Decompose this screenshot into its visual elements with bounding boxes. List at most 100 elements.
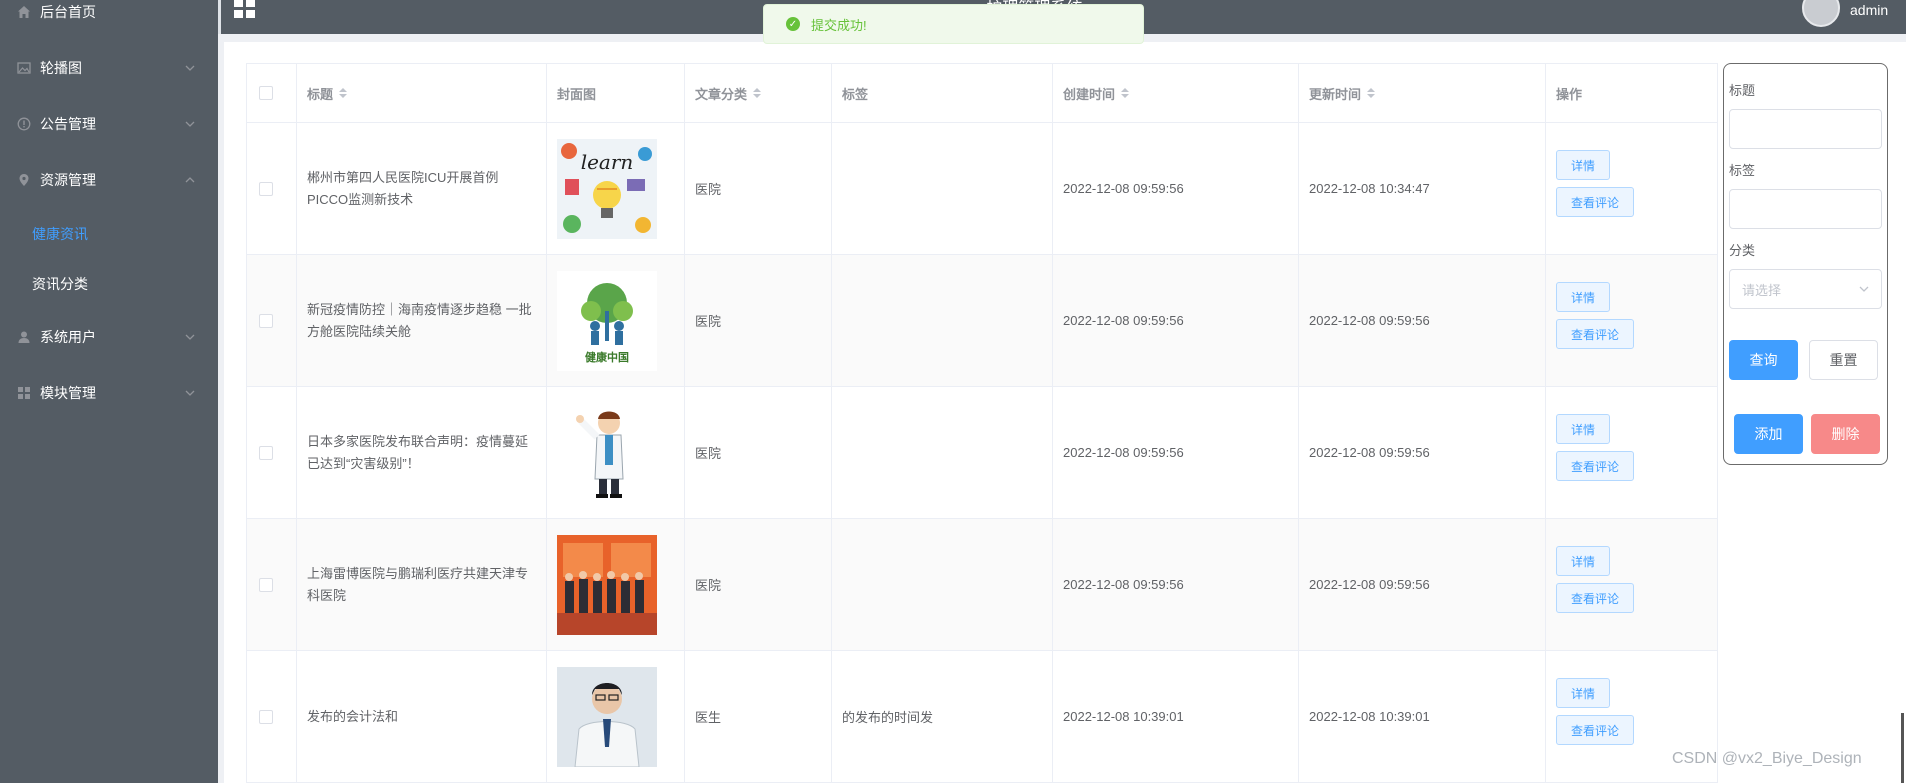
detail-button[interactable]: 详情 (1556, 150, 1611, 180)
updated-cell: 2022-12-08 09:59:56 (1299, 255, 1546, 386)
news-table: 标题 封面图 文章分类 标签 创建时间 更新时间 操作 郴州市第四人民医院ICU… (246, 63, 1718, 783)
add-button[interactable]: 添加 (1734, 414, 1803, 454)
cover-image-health-china: 健康中国 (557, 270, 657, 371)
actions-cell: 详情 查看评论 (1546, 255, 1717, 386)
view-comments-button[interactable]: 查看评论 (1556, 715, 1635, 745)
detail-button[interactable]: 详情 (1556, 282, 1611, 312)
created-cell: 2022-12-08 09:59:56 (1053, 387, 1299, 518)
row-checkbox[interactable] (259, 577, 273, 592)
row-checkbox[interactable] (259, 181, 273, 196)
content-left-border (218, 34, 224, 783)
header-tags: 标签 (832, 64, 1053, 122)
table-row: 郴州市第四人民医院ICU开展首例PICCO监测新技术 learn 医院 2022… (247, 123, 1717, 255)
tag-filter-input[interactable] (1729, 189, 1882, 229)
sidebar-item-label: 后台首页 (40, 4, 96, 20)
cover-cell: 健康中国 (547, 255, 685, 386)
detail-button[interactable]: 详情 (1556, 546, 1611, 576)
view-comments-button[interactable]: 查看评论 (1556, 451, 1635, 481)
category-select[interactable]: 请选择 (1729, 269, 1882, 309)
sort-icon[interactable] (1121, 88, 1130, 98)
row-checkbox[interactable] (259, 445, 273, 460)
view-comments-button[interactable]: 查看评论 (1556, 583, 1635, 613)
svg-text:learn: learn (581, 150, 634, 174)
sort-icon[interactable] (339, 88, 348, 98)
sidebar-item-carousel[interactable]: 轮播图 (0, 46, 218, 90)
select-all-checkbox[interactable] (259, 86, 273, 100)
sidebar-item-label: 轮播图 (40, 60, 82, 76)
delete-button[interactable]: 删除 (1811, 414, 1880, 454)
sidebar-subitem-health-news[interactable]: 健康资讯 (0, 212, 218, 256)
header-updated[interactable]: 更新时间 (1299, 64, 1546, 122)
sidebar-item-notice[interactable]: 公告管理 (0, 102, 218, 146)
sort-icon[interactable] (753, 88, 762, 98)
category-cell: 医院 (685, 255, 832, 386)
header-select-all (247, 64, 297, 122)
query-button[interactable]: 查询 (1729, 340, 1798, 380)
tags-cell (832, 387, 1053, 518)
category-cell: 医院 (685, 387, 832, 518)
row-created: 2022-12-08 09:59:56 (1063, 181, 1184, 196)
sort-icon[interactable] (1367, 88, 1376, 98)
row-tags: 的发布的时间发 (842, 710, 934, 725)
sidebar-item-label: 公告管理 (40, 116, 96, 132)
header-cover: 封面图 (547, 64, 685, 122)
view-comments-button[interactable]: 查看评论 (1556, 319, 1635, 349)
title-cell: 新冠疫情防控｜海南疫情逐步趋稳 一批方舱医院陆续关舱 (297, 255, 547, 386)
reset-button[interactable]: 重置 (1809, 340, 1878, 380)
header-cover-label: 封面图 (557, 86, 597, 102)
actions-cell: 详情 查看评论 (1546, 387, 1717, 518)
row-category: 医院 (695, 314, 722, 329)
sidebar-item-resources[interactable]: 资源管理 (0, 158, 218, 202)
sidebar-item-home[interactable]: 后台首页 (0, 0, 218, 34)
menu-icon (16, 385, 32, 401)
header-updated-label: 更新时间 (1309, 86, 1362, 102)
row-created: 2022-12-08 09:59:56 (1063, 313, 1184, 328)
sidebar-item-modules[interactable]: 模块管理 (0, 371, 218, 415)
detail-button[interactable]: 详情 (1556, 414, 1611, 444)
tags-cell: 的发布的时间发 (832, 651, 1053, 782)
home-icon (16, 4, 32, 20)
app-root: 后台首页 轮播图 公告管理 资源管理 健康资讯 资讯分类 系统用户 模块管理 a… (0, 0, 1906, 783)
row-select-cell (247, 255, 297, 386)
created-cell: 2022-12-08 10:39:01 (1053, 651, 1299, 782)
svg-text:健康中国: 健康中国 (585, 350, 629, 364)
row-checkbox[interactable] (259, 313, 273, 328)
detail-button[interactable]: 详情 (1556, 678, 1611, 708)
cover-image-doctor-cartoon (557, 402, 657, 503)
sidebar-subitem-news-category[interactable]: 资讯分类 (0, 262, 218, 306)
view-comments-button[interactable]: 查看评论 (1556, 187, 1635, 217)
cover-cell: learn (547, 123, 685, 254)
chevron-down-icon (1859, 286, 1869, 292)
row-category: 医院 (695, 578, 722, 593)
header-created[interactable]: 创建时间 (1053, 64, 1299, 122)
header-actions-label: 操作 (1556, 86, 1583, 102)
category-cell: 医院 (685, 123, 832, 254)
title-filter-input[interactable] (1729, 109, 1882, 149)
updated-cell: 2022-12-08 09:59:56 (1299, 387, 1546, 518)
category-cell: 医院 (685, 519, 832, 650)
sidebar-item-system-users[interactable]: 系统用户 (0, 315, 218, 359)
watermark: CSDN @vx2_Biye_Design (1672, 750, 1862, 767)
chevron-down-icon (185, 121, 195, 127)
toast-message: 提交成功! (811, 17, 867, 33)
header-category[interactable]: 文章分类 (685, 64, 832, 122)
username[interactable]: admin (1850, 2, 1888, 18)
tags-cell (832, 123, 1053, 254)
title-cell: 上海雷博医院与鹏瑞利医疗共建天津专科医院 (297, 519, 547, 650)
table-header: 标题 封面图 文章分类 标签 创建时间 更新时间 操作 (247, 64, 1717, 123)
header-actions: 操作 (1546, 64, 1717, 122)
row-created: 2022-12-08 09:59:56 (1063, 577, 1184, 592)
avatar[interactable] (1802, 0, 1840, 27)
sidebar-subitem-label: 资讯分类 (32, 276, 88, 292)
user-icon (16, 329, 32, 345)
tag-filter-label: 标签 (1729, 163, 1756, 178)
grid-menu-icon[interactable] (234, 0, 256, 18)
table-row: 新冠疫情防控｜海南疫情逐步趋稳 一批方舱医院陆续关舱 健康中国 医院 2022-… (247, 255, 1717, 387)
created-cell: 2022-12-08 09:59:56 (1053, 519, 1299, 650)
scrollbar[interactable] (1901, 713, 1904, 783)
title-filter-label: 标题 (1729, 83, 1756, 98)
category-cell: 医生 (685, 651, 832, 782)
cover-cell (547, 387, 685, 518)
row-checkbox[interactable] (259, 709, 273, 724)
header-title[interactable]: 标题 (297, 64, 547, 122)
